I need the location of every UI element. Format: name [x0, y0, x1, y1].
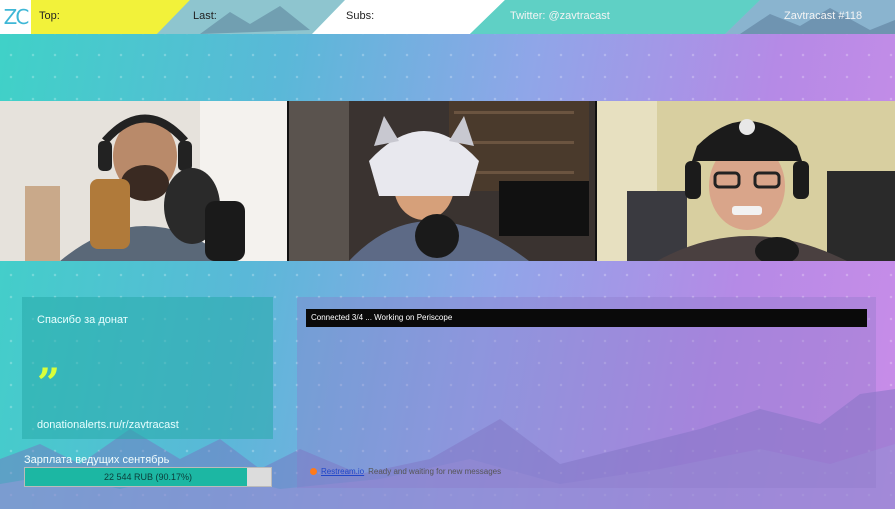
chat-status-line: Restream.io Ready and waiting for new me…	[310, 467, 501, 476]
top-bar-shapes	[0, 0, 895, 34]
quote-icon: ”	[37, 360, 61, 407]
twitter-handle: Twitter: @zavtracast	[510, 10, 610, 22]
episode-title: Zavtracast #118	[784, 10, 863, 22]
donation-panel: Спасибо за донат ” donationalerts.ru/r/z…	[22, 297, 273, 439]
video-strip	[0, 101, 895, 261]
donation-thanks-title: Спасибо за донат	[37, 314, 128, 326]
goal-label: Зарплата ведущих сентябрь	[24, 454, 170, 466]
donation-link[interactable]: donationalerts.ru/r/zavtracast	[37, 419, 179, 431]
camera-feed-left	[0, 101, 287, 261]
top-bar: ZC Top: Last: Subs: Twitter: @zavtracast…	[0, 0, 895, 34]
top-donor-label: Top:	[39, 10, 60, 22]
camera-feed-right	[597, 101, 895, 261]
connection-status: Connected 3/4 ... Working on Periscope	[306, 309, 867, 327]
camera-feed-center	[289, 101, 595, 261]
chat-waiting-message: Ready and waiting for new messages	[368, 467, 502, 476]
restream-icon	[310, 468, 317, 475]
goal-progress-bar: 22 544 RUB (90.17%)	[24, 467, 272, 487]
goal-progress-text: 22 544 RUB (90.17%)	[103, 472, 193, 482]
logo: ZC	[3, 5, 30, 29]
subscribers-label: Subs:	[346, 10, 375, 22]
last-donor-label: Last:	[193, 10, 217, 22]
restream-link[interactable]: Restream.io	[321, 467, 364, 476]
chat-panel: Connected 3/4 ... Working on Periscope R…	[297, 297, 876, 488]
